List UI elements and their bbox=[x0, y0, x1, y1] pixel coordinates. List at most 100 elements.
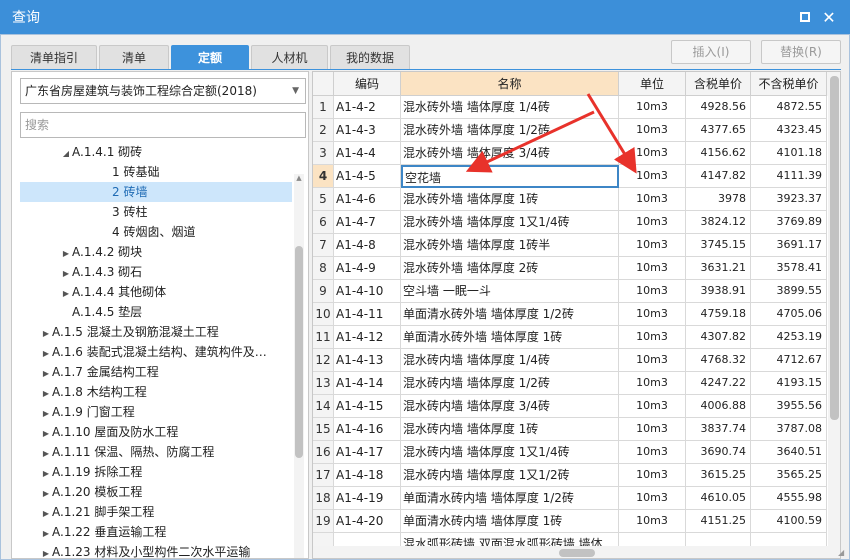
cell-notax-price[interactable]: 4555.98 bbox=[751, 487, 827, 510]
header-unit[interactable]: 单位 bbox=[619, 72, 686, 96]
tree-item[interactable]: ▶ A.1.4.4 其他砌体 bbox=[20, 282, 292, 302]
table-row[interactable]: 11 A1-4-12 单面清水砖外墙 墙体厚度 1砖 10m3 4307.82 4253.… bbox=[313, 326, 827, 349]
collapsed-arrow-icon[interactable]: ▶ bbox=[40, 424, 52, 444]
tree-item[interactable]: ▶ A.1.6 装配式混凝土结构、建筑构件及… bbox=[20, 342, 292, 362]
cell-tax-price[interactable]: 4156.62 bbox=[686, 142, 751, 165]
cell-tax-price[interactable]: 4610.05 bbox=[686, 487, 751, 510]
grid-vscrollbar-thumb[interactable] bbox=[830, 76, 839, 420]
cell-notax-price[interactable]: 4101.18 bbox=[751, 142, 827, 165]
row-number[interactable]: 16 bbox=[313, 441, 334, 464]
row-number[interactable]: 11 bbox=[313, 326, 334, 349]
insert-button[interactable]: 插入(I) bbox=[671, 40, 751, 64]
tab-3[interactable]: 人材机 bbox=[251, 45, 328, 70]
collapsed-arrow-icon[interactable]: ▶ bbox=[40, 544, 52, 560]
tree-item[interactable]: 3 砖柱 bbox=[20, 202, 292, 222]
tree-item[interactable]: 1 砖基础 bbox=[20, 162, 292, 182]
cell-unit[interactable]: 10m3 bbox=[619, 418, 686, 441]
tree-item[interactable]: ▶ A.1.4.2 砌块 bbox=[20, 242, 292, 262]
tree-item[interactable]: ▶ A.1.23 材料及小型构件二次水平运输 bbox=[20, 542, 292, 560]
cell-notax-price[interactable]: 3691.17 bbox=[751, 234, 827, 257]
tab-2[interactable]: 定额 bbox=[171, 45, 249, 70]
table-row[interactable]: 17 A1-4-18 混水砖内墙 墙体厚度 1又1/2砖 10m3 3615.25 356… bbox=[313, 464, 827, 487]
cell-tax-price[interactable]: 3824.12 bbox=[686, 211, 751, 234]
row-number[interactable]: 4 bbox=[313, 165, 334, 188]
cell-tax-price[interactable]: 4147.82 bbox=[686, 165, 751, 188]
cell-name[interactable]: 单面清水砖内墙 墙体厚度 1砖 bbox=[401, 510, 619, 533]
cell-unit[interactable]: 10m3 bbox=[619, 510, 686, 533]
cell-unit[interactable]: 10m3 bbox=[619, 257, 686, 280]
tree-item[interactable]: ▶ A.1.4.3 砌石 bbox=[20, 262, 292, 282]
grid-hscrollbar-thumb[interactable] bbox=[559, 549, 595, 557]
row-number[interactable]: 13 bbox=[313, 372, 334, 395]
cell-code[interactable]: A1-4-5 bbox=[334, 165, 401, 188]
collapsed-arrow-icon[interactable]: ▶ bbox=[40, 444, 52, 464]
table-row[interactable]: 14 A1-4-15 混水砖内墙 墙体厚度 3/4砖 10m3 4006.88 3955.… bbox=[313, 395, 827, 418]
cell-notax-price[interactable]: 4111.39 bbox=[751, 165, 827, 188]
tree-item[interactable]: ▶ A.1.7 金属结构工程 bbox=[20, 362, 292, 382]
cell-notax-price[interactable]: 3640.51 bbox=[751, 441, 827, 464]
row-number[interactable]: 14 bbox=[313, 395, 334, 418]
replace-button[interactable]: 替换(R) bbox=[761, 40, 841, 64]
cell-code[interactable]: A1-4-12 bbox=[334, 326, 401, 349]
row-number[interactable]: 12 bbox=[313, 349, 334, 372]
cell-name[interactable]: 混水砖外墙 墙体厚度 1又1/4砖 bbox=[401, 211, 619, 234]
cell-code[interactable]: A1-4-9 bbox=[334, 257, 401, 280]
tree-item[interactable]: ▶ A.1.8 木结构工程 bbox=[20, 382, 292, 402]
collapsed-arrow-icon[interactable]: ▶ bbox=[40, 524, 52, 544]
table-row[interactable]: 2 A1-4-3 混水砖外墙 墙体厚度 1/2砖 10m3 4377.65 4323.45 bbox=[313, 119, 827, 142]
cell-code[interactable]: A1-4-14 bbox=[334, 372, 401, 395]
row-number[interactable]: 2 bbox=[313, 119, 334, 142]
collapsed-arrow-icon[interactable]: ▶ bbox=[40, 324, 52, 344]
tree-item[interactable]: ▶ A.1.21 脚手架工程 bbox=[20, 502, 292, 522]
expanded-arrow-icon[interactable]: ◢ bbox=[60, 144, 72, 164]
tree-item[interactable]: ▶ A.1.22 垂直运输工程 bbox=[20, 522, 292, 542]
close-icon[interactable]: ✕ bbox=[820, 8, 838, 27]
row-number[interactable]: 19 bbox=[313, 510, 334, 533]
resize-grip-icon[interactable]: ◢ bbox=[838, 548, 848, 558]
cell-tax-price[interactable]: 4151.25 bbox=[686, 510, 751, 533]
cell-tax-price[interactable]: 3745.15 bbox=[686, 234, 751, 257]
header-code[interactable]: 编码 bbox=[334, 72, 401, 96]
collapsed-arrow-icon[interactable]: ▶ bbox=[40, 504, 52, 524]
cell-unit[interactable]: 10m3 bbox=[619, 349, 686, 372]
row-number[interactable]: 15 bbox=[313, 418, 334, 441]
cell-code[interactable]: A1-4-6 bbox=[334, 188, 401, 211]
cell-notax-price[interactable]: 4193.15 bbox=[751, 372, 827, 395]
grid-vscrollbar[interactable] bbox=[828, 72, 840, 546]
cell-tax-price[interactable]: 4377.65 bbox=[686, 119, 751, 142]
tree-item[interactable]: ▶ A.1.9 门窗工程 bbox=[20, 402, 292, 422]
tree-item[interactable]: 2 砖墙 bbox=[20, 182, 292, 202]
cell-unit[interactable]: 10m3 bbox=[619, 326, 686, 349]
cell-unit[interactable]: 10m3 bbox=[619, 96, 686, 119]
row-number[interactable]: 5 bbox=[313, 188, 334, 211]
collapsed-arrow-icon[interactable]: ▶ bbox=[40, 464, 52, 484]
tree-item[interactable]: ▶ A.1.5 混凝土及钢筋混凝土工程 bbox=[20, 322, 292, 342]
cell-code[interactable]: A1-4-18 bbox=[334, 464, 401, 487]
cell-code[interactable]: A1-4-4 bbox=[334, 142, 401, 165]
table-row[interactable]: 6 A1-4-7 混水砖外墙 墙体厚度 1又1/4砖 10m3 3824.12 3769.… bbox=[313, 211, 827, 234]
row-number[interactable]: 8 bbox=[313, 257, 334, 280]
cell-code[interactable]: A1-4-17 bbox=[334, 441, 401, 464]
collapsed-arrow-icon[interactable]: ▶ bbox=[60, 264, 72, 284]
cell-name[interactable]: 混水砖外墙 墙体厚度 1/4砖 bbox=[401, 96, 619, 119]
tree-scrollbar-thumb[interactable] bbox=[295, 246, 303, 458]
tree-item[interactable]: A.1.4.5 垫层 bbox=[20, 302, 292, 322]
tab-4[interactable]: 我的数据 bbox=[330, 45, 410, 70]
cell-tax-price[interactable]: 4759.18 bbox=[686, 303, 751, 326]
cell-unit[interactable]: 10m3 bbox=[619, 188, 686, 211]
grid-hscrollbar[interactable] bbox=[313, 546, 840, 558]
tree-item[interactable]: ▶ A.1.11 保温、隔热、防腐工程 bbox=[20, 442, 292, 462]
row-number[interactable]: 6 bbox=[313, 211, 334, 234]
table-row[interactable]: 8 A1-4-9 混水砖外墙 墙体厚度 2砖 10m3 3631.21 3578.41 bbox=[313, 257, 827, 280]
cell-tax-price[interactable]: 4307.82 bbox=[686, 326, 751, 349]
cell-notax-price[interactable]: 3899.55 bbox=[751, 280, 827, 303]
cell-unit[interactable]: 10m3 bbox=[619, 464, 686, 487]
table-row[interactable]: 10 A1-4-11 单面清水砖外墙 墙体厚度 1/2砖 10m3 4759.18 470… bbox=[313, 303, 827, 326]
table-row[interactable]: 12 A1-4-13 混水砖内墙 墙体厚度 1/4砖 10m3 4768.32 4712.… bbox=[313, 349, 827, 372]
tree-item[interactable]: ◢ A.1.4.1 砌砖 bbox=[20, 142, 292, 162]
search-input[interactable]: 搜索 bbox=[20, 112, 306, 138]
cell-name[interactable]: 空斗墙 一眠一斗 bbox=[401, 280, 619, 303]
header-name[interactable]: 名称 bbox=[401, 72, 619, 96]
collapsed-arrow-icon[interactable]: ▶ bbox=[40, 484, 52, 504]
cell-code[interactable]: A1-4-7 bbox=[334, 211, 401, 234]
